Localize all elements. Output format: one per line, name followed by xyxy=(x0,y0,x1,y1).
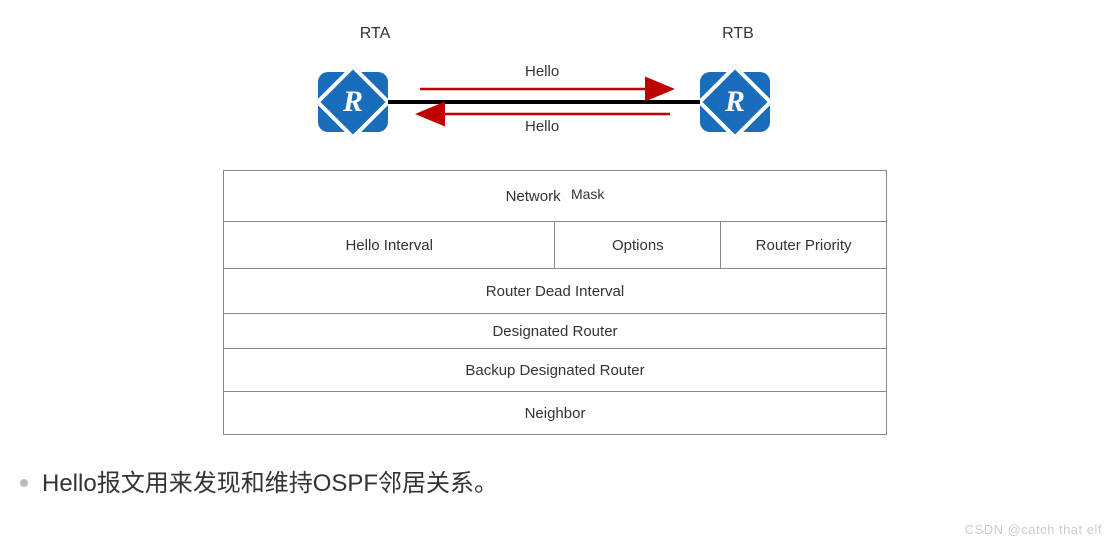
bullet-icon xyxy=(20,479,28,487)
table-row: Neighbor xyxy=(224,392,887,435)
hello-packet-table: Network Mask Hello Interval Options Rout… xyxy=(223,170,887,435)
table-row: Backup Designated Router xyxy=(224,349,887,392)
bullet-text: Hello报文用来发现和维持OSPF邻居关系。 xyxy=(42,463,498,498)
table-row: Hello Interval Options Router Priority xyxy=(224,222,887,269)
field-mask: Mask xyxy=(571,186,604,202)
link-line xyxy=(388,100,700,104)
watermark: CSDN @catch that elf xyxy=(965,522,1102,537)
table-row: Designated Router xyxy=(224,314,887,349)
router-a-icon: R xyxy=(318,72,388,132)
field-neighbor: Neighbor xyxy=(224,392,887,435)
field-dr: Designated Router xyxy=(224,314,887,349)
field-dead-interval: Router Dead Interval xyxy=(224,269,887,314)
field-bdr: Backup Designated Router xyxy=(224,349,887,392)
bullet-item: Hello报文用来发现和维持OSPF邻居关系。 xyxy=(20,463,1110,498)
hello-label-top: Hello xyxy=(525,63,559,80)
hello-label-bottom: Hello xyxy=(525,118,559,135)
router-glyph: R xyxy=(725,87,745,117)
field-options: Options xyxy=(555,222,721,269)
router-glyph: R xyxy=(343,87,363,117)
topology-diagram: RTA RTB R R Hello Hello xyxy=(0,0,1110,155)
router-b-icon: R xyxy=(700,72,770,132)
field-hello-interval: Hello Interval xyxy=(224,222,555,269)
table-row: Network Mask xyxy=(224,171,887,222)
router-b-label: RTB xyxy=(703,25,773,43)
field-network: Network xyxy=(506,188,561,205)
table-row: Router Dead Interval xyxy=(224,269,887,314)
field-router-priority: Router Priority xyxy=(721,222,887,269)
router-a-label: RTA xyxy=(340,25,410,43)
